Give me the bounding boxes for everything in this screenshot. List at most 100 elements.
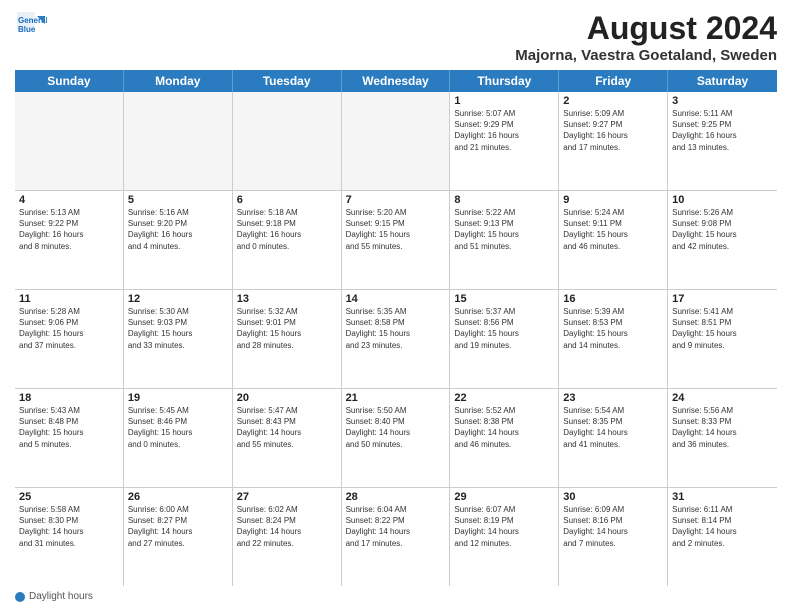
header-cell-thursday: Thursday (450, 70, 559, 92)
logo: General Blue (15, 10, 47, 42)
day-number: 13 (237, 293, 337, 305)
day-number: 6 (237, 194, 337, 206)
page: General Blue August 2024 Majorna, Vaestr… (0, 0, 792, 612)
day-info: Sunrise: 5:35 AM Sunset: 8:58 PM Dayligh… (346, 306, 446, 351)
day-info: Sunrise: 5:56 AM Sunset: 8:33 PM Dayligh… (672, 405, 773, 450)
header-cell-sunday: Sunday (15, 70, 124, 92)
day-cell-26: 26Sunrise: 6:00 AM Sunset: 8:27 PM Dayli… (124, 488, 233, 586)
day-info: Sunrise: 5:37 AM Sunset: 8:56 PM Dayligh… (454, 306, 554, 351)
day-info: Sunrise: 6:02 AM Sunset: 8:24 PM Dayligh… (237, 504, 337, 549)
day-number: 7 (346, 194, 446, 206)
day-cell-15: 15Sunrise: 5:37 AM Sunset: 8:56 PM Dayli… (450, 290, 559, 388)
logo-svg: General Blue (15, 10, 47, 42)
svg-text:Blue: Blue (18, 25, 36, 34)
day-number: 8 (454, 194, 554, 206)
day-cell-empty-3 (342, 92, 451, 190)
footer-dot (15, 592, 25, 602)
day-info: Sunrise: 5:47 AM Sunset: 8:43 PM Dayligh… (237, 405, 337, 450)
day-number: 18 (19, 392, 119, 404)
day-cell-11: 11Sunrise: 5:28 AM Sunset: 9:06 PM Dayli… (15, 290, 124, 388)
day-cell-12: 12Sunrise: 5:30 AM Sunset: 9:03 PM Dayli… (124, 290, 233, 388)
day-cell-14: 14Sunrise: 5:35 AM Sunset: 8:58 PM Dayli… (342, 290, 451, 388)
day-number: 29 (454, 491, 554, 503)
day-number: 16 (563, 293, 663, 305)
day-cell-1: 1Sunrise: 5:07 AM Sunset: 9:29 PM Daylig… (450, 92, 559, 190)
day-cell-3: 3Sunrise: 5:11 AM Sunset: 9:25 PM Daylig… (668, 92, 777, 190)
day-cell-5: 5Sunrise: 5:16 AM Sunset: 9:20 PM Daylig… (124, 191, 233, 289)
header-cell-monday: Monday (124, 70, 233, 92)
day-number: 24 (672, 392, 773, 404)
day-info: Sunrise: 5:54 AM Sunset: 8:35 PM Dayligh… (563, 405, 663, 450)
day-cell-empty-2 (233, 92, 342, 190)
day-cell-18: 18Sunrise: 5:43 AM Sunset: 8:48 PM Dayli… (15, 389, 124, 487)
day-info: Sunrise: 6:04 AM Sunset: 8:22 PM Dayligh… (346, 504, 446, 549)
day-info: Sunrise: 6:07 AM Sunset: 8:19 PM Dayligh… (454, 504, 554, 549)
page-title: August 2024 (515, 10, 777, 47)
day-cell-23: 23Sunrise: 5:54 AM Sunset: 8:35 PM Dayli… (559, 389, 668, 487)
day-number: 20 (237, 392, 337, 404)
day-info: Sunrise: 5:32 AM Sunset: 9:01 PM Dayligh… (237, 306, 337, 351)
day-number: 1 (454, 95, 554, 107)
calendar-header: SundayMondayTuesdayWednesdayThursdayFrid… (15, 70, 777, 92)
day-cell-27: 27Sunrise: 6:02 AM Sunset: 8:24 PM Dayli… (233, 488, 342, 586)
day-info: Sunrise: 6:09 AM Sunset: 8:16 PM Dayligh… (563, 504, 663, 549)
day-info: Sunrise: 5:30 AM Sunset: 9:03 PM Dayligh… (128, 306, 228, 351)
week-row-2: 4Sunrise: 5:13 AM Sunset: 9:22 PM Daylig… (15, 191, 777, 290)
day-info: Sunrise: 5:28 AM Sunset: 9:06 PM Dayligh… (19, 306, 119, 351)
day-info: Sunrise: 6:11 AM Sunset: 8:14 PM Dayligh… (672, 504, 773, 549)
day-cell-17: 17Sunrise: 5:41 AM Sunset: 8:51 PM Dayli… (668, 290, 777, 388)
day-cell-4: 4Sunrise: 5:13 AM Sunset: 9:22 PM Daylig… (15, 191, 124, 289)
day-number: 11 (19, 293, 119, 305)
day-info: Sunrise: 5:22 AM Sunset: 9:13 PM Dayligh… (454, 207, 554, 252)
day-info: Sunrise: 5:18 AM Sunset: 9:18 PM Dayligh… (237, 207, 337, 252)
day-cell-24: 24Sunrise: 5:56 AM Sunset: 8:33 PM Dayli… (668, 389, 777, 487)
footer: Daylight hours (15, 591, 777, 602)
title-block: August 2024 Majorna, Vaestra Goetaland, … (515, 10, 777, 64)
day-info: Sunrise: 6:00 AM Sunset: 8:27 PM Dayligh… (128, 504, 228, 549)
day-number: 23 (563, 392, 663, 404)
day-cell-28: 28Sunrise: 6:04 AM Sunset: 8:22 PM Dayli… (342, 488, 451, 586)
day-cell-empty-0 (15, 92, 124, 190)
day-info: Sunrise: 5:58 AM Sunset: 8:30 PM Dayligh… (19, 504, 119, 549)
calendar-body: 1Sunrise: 5:07 AM Sunset: 9:29 PM Daylig… (15, 92, 777, 586)
day-cell-7: 7Sunrise: 5:20 AM Sunset: 9:15 PM Daylig… (342, 191, 451, 289)
day-number: 19 (128, 392, 228, 404)
day-info: Sunrise: 5:11 AM Sunset: 9:25 PM Dayligh… (672, 108, 773, 153)
day-number: 21 (346, 392, 446, 404)
day-cell-9: 9Sunrise: 5:24 AM Sunset: 9:11 PM Daylig… (559, 191, 668, 289)
week-row-5: 25Sunrise: 5:58 AM Sunset: 8:30 PM Dayli… (15, 488, 777, 586)
day-cell-25: 25Sunrise: 5:58 AM Sunset: 8:30 PM Dayli… (15, 488, 124, 586)
calendar: SundayMondayTuesdayWednesdayThursdayFrid… (15, 70, 777, 586)
page-subtitle: Majorna, Vaestra Goetaland, Sweden (515, 47, 777, 64)
day-info: Sunrise: 5:13 AM Sunset: 9:22 PM Dayligh… (19, 207, 119, 252)
week-row-1: 1Sunrise: 5:07 AM Sunset: 9:29 PM Daylig… (15, 92, 777, 191)
day-info: Sunrise: 5:07 AM Sunset: 9:29 PM Dayligh… (454, 108, 554, 153)
day-number: 22 (454, 392, 554, 404)
day-number: 15 (454, 293, 554, 305)
week-row-4: 18Sunrise: 5:43 AM Sunset: 8:48 PM Dayli… (15, 389, 777, 488)
day-info: Sunrise: 5:26 AM Sunset: 9:08 PM Dayligh… (672, 207, 773, 252)
day-cell-8: 8Sunrise: 5:22 AM Sunset: 9:13 PM Daylig… (450, 191, 559, 289)
day-number: 28 (346, 491, 446, 503)
day-cell-31: 31Sunrise: 6:11 AM Sunset: 8:14 PM Dayli… (668, 488, 777, 586)
day-cell-6: 6Sunrise: 5:18 AM Sunset: 9:18 PM Daylig… (233, 191, 342, 289)
day-number: 10 (672, 194, 773, 206)
footer-label: Daylight hours (29, 591, 93, 602)
week-row-3: 11Sunrise: 5:28 AM Sunset: 9:06 PM Dayli… (15, 290, 777, 389)
day-cell-22: 22Sunrise: 5:52 AM Sunset: 8:38 PM Dayli… (450, 389, 559, 487)
day-number: 27 (237, 491, 337, 503)
day-info: Sunrise: 5:16 AM Sunset: 9:20 PM Dayligh… (128, 207, 228, 252)
day-cell-10: 10Sunrise: 5:26 AM Sunset: 9:08 PM Dayli… (668, 191, 777, 289)
day-number: 26 (128, 491, 228, 503)
day-cell-16: 16Sunrise: 5:39 AM Sunset: 8:53 PM Dayli… (559, 290, 668, 388)
day-cell-29: 29Sunrise: 6:07 AM Sunset: 8:19 PM Dayli… (450, 488, 559, 586)
day-cell-empty-1 (124, 92, 233, 190)
day-number: 25 (19, 491, 119, 503)
day-number: 4 (19, 194, 119, 206)
day-number: 5 (128, 194, 228, 206)
day-info: Sunrise: 5:45 AM Sunset: 8:46 PM Dayligh… (128, 405, 228, 450)
day-cell-30: 30Sunrise: 6:09 AM Sunset: 8:16 PM Dayli… (559, 488, 668, 586)
day-info: Sunrise: 5:20 AM Sunset: 9:15 PM Dayligh… (346, 207, 446, 252)
day-number: 31 (672, 491, 773, 503)
header-cell-tuesday: Tuesday (233, 70, 342, 92)
